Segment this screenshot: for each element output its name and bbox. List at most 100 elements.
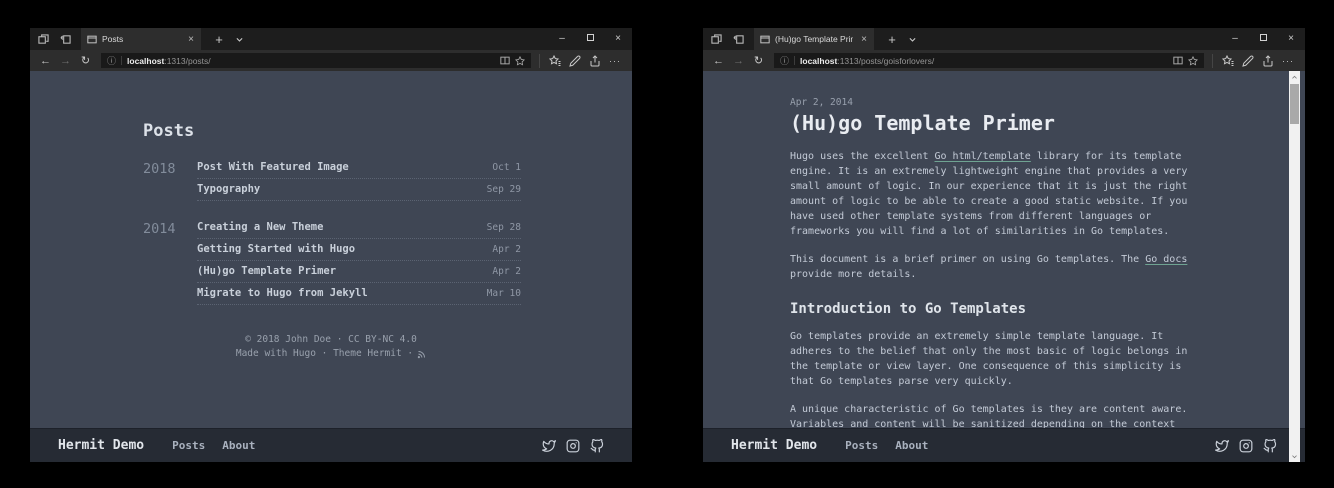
article-page: Apr 2, 2014 (Hu)go Template Primer Hugo …	[703, 71, 1305, 462]
window-controls: – ×	[1221, 28, 1305, 50]
add-favorite-star-icon[interactable]	[515, 56, 525, 66]
tabs-preview-icon[interactable]	[708, 31, 725, 47]
post-date: Sep 29	[487, 184, 521, 195]
made-with-line: Made with Hugo · Theme Hermit ·	[236, 347, 413, 361]
tab-close-icon[interactable]: ×	[185, 34, 197, 45]
address-bar[interactable]: ⓘ localhost:1313/posts/	[101, 53, 531, 68]
post-row[interactable]: Getting Started with HugoApr 2	[197, 239, 521, 261]
browser-tab[interactable]: Posts ×	[81, 28, 201, 50]
tab-close-icon[interactable]: ×	[858, 34, 870, 45]
close-button[interactable]: ×	[1277, 28, 1305, 50]
post-date: Oct 1	[492, 162, 521, 173]
post-title-link[interactable]: Post With Featured Image	[197, 161, 349, 173]
tab-title: (Hu)go Template Primer	[775, 34, 853, 44]
scroll-up-icon[interactable]	[1289, 71, 1300, 83]
post-title-link[interactable]: Getting Started with Hugo	[197, 243, 355, 255]
refresh-button[interactable]: ↻	[750, 54, 767, 67]
reading-view-icon[interactable]	[500, 56, 510, 65]
web-notes-pen-icon[interactable]	[1238, 55, 1258, 67]
post-list: Creating a New Theme Sep 28 Getting Starte…	[197, 217, 521, 305]
section-heading: Introduction to Go Templates	[790, 301, 1190, 317]
post-title-link[interactable]: Migrate to Hugo from Jekyll	[197, 287, 368, 299]
minimize-button[interactable]: –	[1221, 28, 1249, 50]
post-row[interactable]: (Hu)go Template PrimerApr 2	[197, 261, 521, 283]
tab-preview-chevron-icon[interactable]	[908, 35, 917, 44]
brand-link[interactable]: Hermit Demo	[731, 438, 817, 453]
reading-view-icon[interactable]	[1173, 56, 1183, 65]
forward-button[interactable]: →	[57, 55, 74, 67]
back-button[interactable]: ←	[37, 55, 54, 67]
year-label: 2018	[143, 157, 197, 201]
year-label: 2014	[143, 217, 197, 305]
set-tabs-aside-icon[interactable]	[730, 31, 747, 47]
url-path: :1313/posts/	[164, 56, 210, 66]
url-divider	[121, 56, 122, 65]
nav-link-posts[interactable]: Posts	[172, 439, 205, 452]
maximize-button[interactable]	[576, 28, 604, 50]
settings-more-icon[interactable]: ···	[1278, 56, 1298, 66]
article-body: Hugo uses the excellent Go html/template…	[790, 149, 1190, 462]
nav-links: Posts About	[845, 439, 928, 452]
twitter-icon[interactable]	[542, 439, 556, 453]
post-row[interactable]: Post With Featured Image Oct 1	[197, 157, 521, 179]
scrollbar-thumb[interactable]	[1290, 84, 1299, 124]
hub-favorites-icon[interactable]	[545, 55, 565, 67]
new-tab-button[interactable]: +	[885, 32, 899, 47]
github-icon[interactable]	[590, 439, 604, 453]
settings-more-icon[interactable]: ···	[605, 56, 625, 66]
post-title-link[interactable]: Typography	[197, 183, 260, 195]
minimize-button[interactable]: –	[548, 28, 576, 50]
address-bar[interactable]: ⓘ localhost:1313/posts/goisforlovers/	[774, 53, 1204, 68]
site-info-icon[interactable]: ⓘ	[107, 54, 116, 67]
post-title-link[interactable]: Creating a New Theme	[197, 221, 323, 233]
scroll-down-icon[interactable]	[1289, 450, 1300, 462]
refresh-button[interactable]: ↻	[77, 54, 94, 67]
window-controls: – ×	[548, 28, 632, 50]
inline-link[interactable]: Go html/template	[935, 151, 1031, 162]
twitter-icon[interactable]	[1215, 439, 1229, 453]
site-footer: © 2018 John Doe · CC BY-NC 4.0 Made with…	[30, 333, 632, 361]
post-row[interactable]: Typography Sep 29	[197, 179, 521, 201]
nav-link-about[interactable]: About	[222, 439, 255, 452]
browser-tab[interactable]: (Hu)go Template Primer ×	[754, 28, 874, 50]
new-tab-button[interactable]: +	[212, 32, 226, 47]
posts-page: Posts 2018Post With Featured Image Oct 1 T…	[30, 71, 632, 462]
post-title-link[interactable]: (Hu)go Template Primer	[197, 265, 336, 277]
browser-window-posts: Posts × + – × ← → ↻ ⓘ localhost:1313/pos…	[30, 28, 632, 462]
share-icon[interactable]	[585, 55, 605, 67]
set-tabs-aside-icon[interactable]	[57, 31, 74, 47]
brand-link[interactable]: Hermit Demo	[58, 438, 144, 453]
maximize-button[interactable]	[1249, 28, 1277, 50]
share-icon[interactable]	[1258, 55, 1278, 67]
add-favorite-star-icon[interactable]	[1188, 56, 1198, 66]
nav-link-posts[interactable]: Posts	[845, 439, 878, 452]
forward-button[interactable]: →	[730, 55, 747, 67]
tab-preview-chevron-icon[interactable]	[235, 35, 244, 44]
post-row[interactable]: Migrate to Hugo from JekyllMar 10	[197, 283, 521, 305]
hub-favorites-icon[interactable]	[1218, 55, 1238, 67]
site-info-icon[interactable]: ⓘ	[780, 54, 789, 67]
tab-bar: (Hu)go Template Primer × + – ×	[703, 28, 1305, 50]
instagram-icon[interactable]	[1239, 439, 1253, 453]
close-button[interactable]: ×	[604, 28, 632, 50]
browser-window-article: (Hu)go Template Primer × + – × ← → ↻ ⓘ l…	[703, 28, 1305, 462]
post-date: Sep 28	[487, 222, 521, 233]
posts-list-section: Posts 2018Post With Featured ImageOct 1T…	[143, 121, 521, 305]
page-scrollbar[interactable]	[1289, 71, 1300, 462]
article-paragraph: Hugo uses the excellent Go html/template…	[790, 149, 1190, 239]
tabs-preview-icon[interactable]	[35, 31, 52, 47]
article: Apr 2, 2014 (Hu)go Template Primer Hugo …	[790, 97, 1190, 462]
social-icons	[1215, 439, 1277, 453]
url-path: :1313/posts/goisforlovers/	[837, 56, 934, 66]
web-notes-pen-icon[interactable]	[565, 55, 585, 67]
toolbar-divider	[1212, 54, 1213, 68]
github-icon[interactable]	[1263, 439, 1277, 453]
post-row[interactable]: Creating a New Theme Sep 28	[197, 217, 521, 239]
instagram-icon[interactable]	[566, 439, 580, 453]
back-button[interactable]: ←	[710, 55, 727, 67]
nav-links: Posts About	[172, 439, 255, 452]
copyright-line: © 2018 John Doe · CC BY-NC 4.0	[30, 333, 632, 347]
rss-icon[interactable]	[417, 350, 426, 359]
inline-link[interactable]: Go docs	[1145, 254, 1187, 265]
nav-link-about[interactable]: About	[895, 439, 928, 452]
